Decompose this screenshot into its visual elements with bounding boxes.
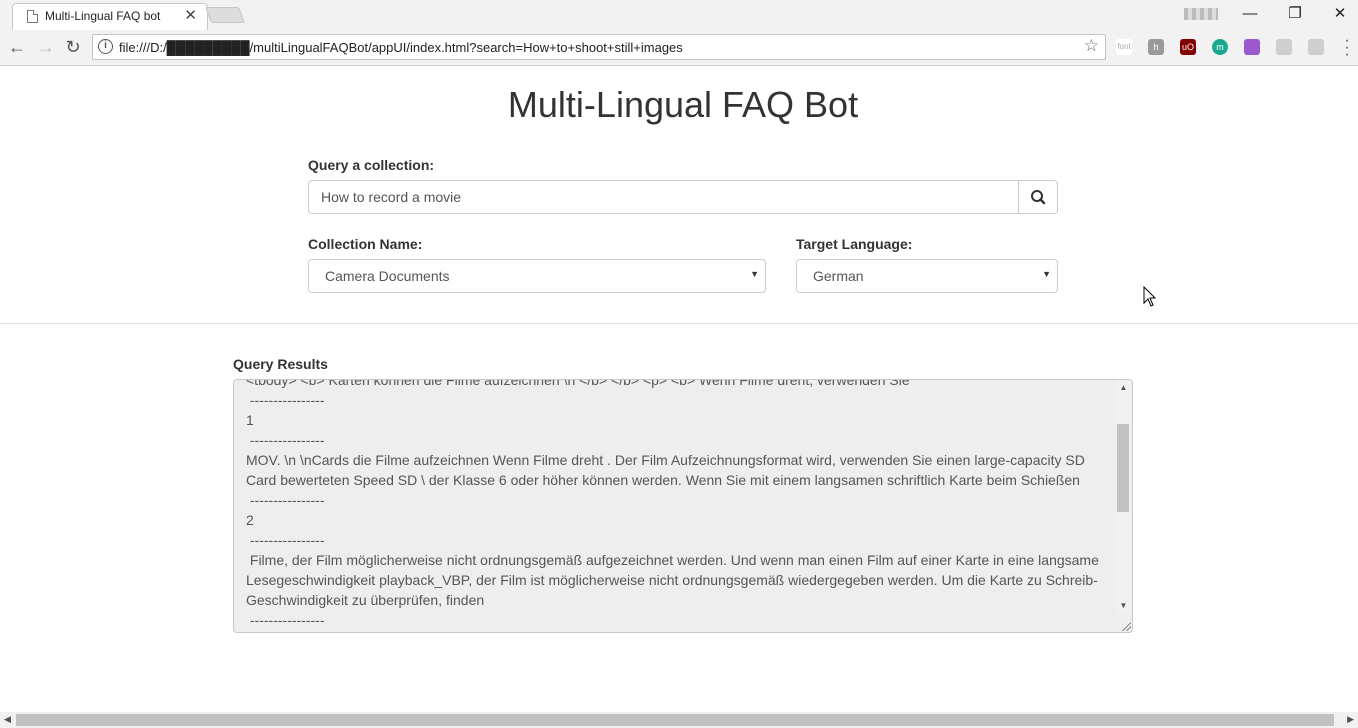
- font-extension-icon[interactable]: font: [1116, 39, 1132, 55]
- window-close-icon[interactable]: ✕: [1320, 3, 1358, 25]
- info-icon[interactable]: i: [98, 39, 113, 54]
- browser-tab[interactable]: Multi-Lingual FAQ bot ✕: [12, 3, 208, 30]
- dropdown-arrow-icon: ▼: [750, 269, 759, 279]
- profile-avatar[interactable]: [1184, 8, 1218, 20]
- language-label: Target Language:: [796, 236, 913, 252]
- cast-extension-icon[interactable]: [1308, 39, 1324, 55]
- page-content: Multi-Lingual FAQ Bot Query a collection…: [0, 66, 1358, 712]
- address-bar[interactable]: i file:///D:/█████████/multiLingualFAQBo…: [92, 34, 1106, 60]
- query-label: Query a collection:: [308, 157, 435, 173]
- divider: [0, 323, 1358, 324]
- dropdown-arrow-icon: ▼: [1042, 269, 1051, 279]
- browser-menu-icon[interactable]: · · ·: [1342, 33, 1352, 63]
- tab-close-icon[interactable]: ✕: [184, 7, 197, 25]
- query-input[interactable]: [308, 180, 1020, 214]
- resize-handle-icon[interactable]: [1121, 621, 1131, 631]
- browser-toolbar: ← → ↻ i file:///D:/█████████/multiLingua…: [0, 30, 1358, 66]
- page-icon: [27, 10, 38, 23]
- back-icon[interactable]: ←: [6, 37, 28, 59]
- new-tab-button[interactable]: [205, 7, 245, 23]
- language-value: German: [813, 268, 864, 284]
- page-title: Multi-Lingual FAQ Bot: [507, 84, 859, 125]
- collection-value: Camera Documents: [325, 268, 450, 284]
- scrollbar-thumb[interactable]: [16, 714, 1334, 726]
- results-label: Query Results: [233, 356, 328, 372]
- m-extension-icon[interactable]: m: [1212, 39, 1228, 55]
- search-icon: [1031, 190, 1046, 205]
- forward-icon[interactable]: →: [35, 37, 57, 59]
- mouse-cursor-icon: [1143, 286, 1157, 307]
- feather-extension-icon[interactable]: [1244, 39, 1260, 55]
- reload-icon[interactable]: ↻: [62, 37, 84, 59]
- scroll-up-icon[interactable]: ▲: [1115, 383, 1132, 392]
- results-textarea[interactable]: <tbody> <b> Karten können die Filme aufz…: [233, 379, 1133, 633]
- tab-title: Multi-Lingual FAQ bot: [45, 9, 161, 23]
- bookmark-star-icon[interactable]: ☆: [1084, 36, 1099, 56]
- minimize-icon[interactable]: —: [1230, 3, 1270, 25]
- language-select[interactable]: German ▼: [796, 259, 1058, 293]
- h-extension-icon[interactable]: h: [1148, 39, 1164, 55]
- scroll-right-icon[interactable]: ▶: [1347, 714, 1354, 725]
- pdf-extension-icon[interactable]: [1276, 39, 1292, 55]
- results-text: <tbody> <b> Karten können die Filme aufz…: [246, 379, 1099, 628]
- collection-label: Collection Name:: [308, 236, 423, 252]
- browser-tab-bar: Multi-Lingual FAQ bot ✕ — ❐ ✕: [0, 0, 1358, 30]
- scroll-left-icon[interactable]: ◀: [4, 714, 11, 725]
- results-scrollbar[interactable]: ▲ ▼: [1115, 380, 1132, 614]
- ublock-extension-icon[interactable]: uO: [1180, 39, 1196, 55]
- collection-select[interactable]: Camera Documents ▼: [308, 259, 766, 293]
- url-text[interactable]: file:///D:/█████████/multiLingualFAQBot/…: [119, 40, 683, 55]
- restore-icon[interactable]: ❐: [1275, 3, 1315, 25]
- page-horizontal-scrollbar[interactable]: ◀ ▶: [0, 712, 1358, 728]
- search-button[interactable]: [1018, 180, 1058, 214]
- scroll-down-icon[interactable]: ▼: [1115, 601, 1132, 610]
- scrollbar-thumb[interactable]: [1117, 424, 1129, 512]
